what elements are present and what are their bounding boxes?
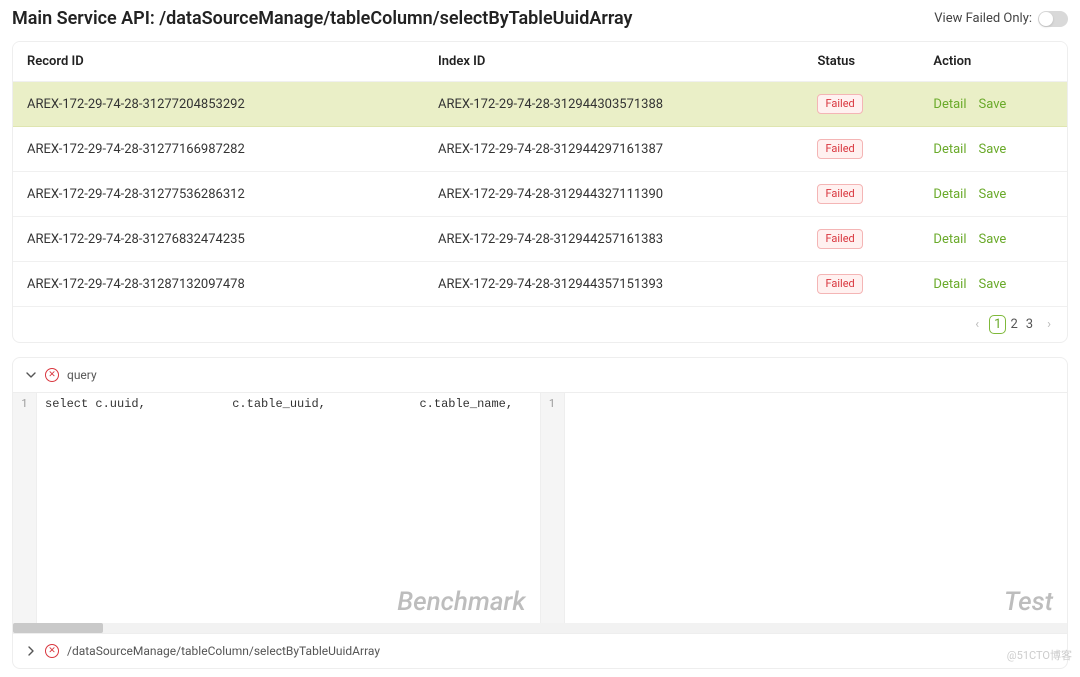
horizontal-scrollbar[interactable] — [13, 623, 1067, 633]
status-badge: Failed — [817, 229, 862, 249]
cell-action: Detail Save — [919, 262, 1067, 307]
error-icon: ✕ — [45, 368, 59, 382]
cell-index-id: AREX-172-29-74-28-312944297161387 — [424, 127, 803, 172]
page-next-icon[interactable]: › — [1045, 317, 1053, 332]
benchmark-gutter: 1 — [13, 393, 37, 623]
test-gutter: 1 — [541, 393, 565, 623]
table-row[interactable]: AREX-172-29-74-28-31277204853292AREX-172… — [13, 82, 1067, 127]
toggle-label: View Failed Only: — [934, 11, 1032, 26]
cell-action: Detail Save — [919, 127, 1067, 172]
col-record-id: Record ID — [13, 42, 424, 82]
cell-index-id: AREX-172-29-74-28-312944257161383 — [424, 217, 803, 262]
col-index-id: Index ID — [424, 42, 803, 82]
page-prev-icon[interactable]: ‹ — [973, 317, 981, 332]
table-row[interactable]: AREX-172-29-74-28-31287132097478AREX-172… — [13, 262, 1067, 307]
cell-record-id: AREX-172-29-74-28-31277204853292 — [13, 82, 424, 127]
save-link[interactable]: Save — [979, 187, 1007, 202]
benchmark-pane: 1 select c.uuid, c.table_uuid, c.table_n… — [13, 393, 541, 623]
status-badge: Failed — [817, 94, 862, 114]
save-link[interactable]: Save — [979, 277, 1007, 292]
cell-index-id: AREX-172-29-74-28-312944327111390 — [424, 172, 803, 217]
cell-record-id: AREX-172-29-74-28-31287132097478 — [13, 262, 424, 307]
detail-card: ✕ query 1 select c.uuid, c.table_uuid, c… — [12, 357, 1068, 669]
records-card: Record ID Index ID Status Action AREX-17… — [12, 41, 1068, 343]
chevron-right-icon — [25, 645, 37, 657]
col-status: Status — [803, 42, 919, 82]
cell-action: Detail Save — [919, 172, 1067, 217]
pagination: ‹ 123 › — [13, 307, 1067, 342]
cell-record-id: AREX-172-29-74-28-31277166987282 — [13, 127, 424, 172]
save-link[interactable]: Save — [979, 232, 1007, 247]
test-pane: 1 Test — [541, 393, 1068, 623]
benchmark-code[interactable]: select c.uuid, c.table_uuid, c.table_nam… — [37, 393, 540, 623]
cell-status: Failed — [803, 217, 919, 262]
test-code[interactable] — [565, 393, 1068, 623]
compare-panes: 1 select c.uuid, c.table_uuid, c.table_n… — [13, 393, 1067, 623]
table-row[interactable]: AREX-172-29-74-28-31277166987282AREX-172… — [13, 127, 1067, 172]
col-action: Action — [919, 42, 1067, 82]
records-table: Record ID Index ID Status Action AREX-17… — [13, 42, 1067, 307]
cell-record-id: AREX-172-29-74-28-31276832474235 — [13, 217, 424, 262]
status-badge: Failed — [817, 139, 862, 159]
table-row[interactable]: AREX-172-29-74-28-31276832474235AREX-172… — [13, 217, 1067, 262]
scroll-thumb[interactable] — [13, 623, 103, 633]
detail-title: query — [67, 368, 97, 382]
detail-header[interactable]: ✕ query — [13, 358, 1067, 393]
detail-link[interactable]: Detail — [933, 142, 966, 157]
chevron-down-icon — [25, 369, 37, 381]
detail-link[interactable]: Detail — [933, 97, 966, 112]
detail-link[interactable]: Detail — [933, 187, 966, 202]
save-link[interactable]: Save — [979, 142, 1007, 157]
detail-footer[interactable]: ✕ /dataSourceManage/tableColumn/selectBy… — [13, 633, 1067, 668]
detail-foot-path: /dataSourceManage/tableColumn/selectByTa… — [67, 644, 380, 658]
cell-status: Failed — [803, 262, 919, 307]
cell-record-id: AREX-172-29-74-28-31277536286312 — [13, 172, 424, 217]
detail-link[interactable]: Detail — [933, 277, 966, 292]
cell-status: Failed — [803, 82, 919, 127]
status-badge: Failed — [817, 184, 862, 204]
cell-index-id: AREX-172-29-74-28-312944357151393 — [424, 262, 803, 307]
page-title: Main Service API: /dataSourceManage/tabl… — [12, 8, 632, 29]
table-row[interactable]: AREX-172-29-74-28-31277536286312AREX-172… — [13, 172, 1067, 217]
status-badge: Failed — [817, 274, 862, 294]
attribution-watermark: @51CTO博客 — [1007, 647, 1072, 663]
save-link[interactable]: Save — [979, 97, 1007, 112]
view-failed-only-toggle[interactable] — [1038, 11, 1068, 27]
cell-action: Detail Save — [919, 82, 1067, 127]
cell-status: Failed — [803, 127, 919, 172]
page-3[interactable]: 3 — [1022, 316, 1037, 333]
page-2[interactable]: 2 — [1006, 316, 1021, 333]
cell-status: Failed — [803, 172, 919, 217]
error-icon: ✕ — [45, 644, 59, 658]
cell-index-id: AREX-172-29-74-28-312944303571388 — [424, 82, 803, 127]
cell-action: Detail Save — [919, 217, 1067, 262]
detail-link[interactable]: Detail — [933, 232, 966, 247]
page-1[interactable]: 1 — [989, 315, 1006, 334]
